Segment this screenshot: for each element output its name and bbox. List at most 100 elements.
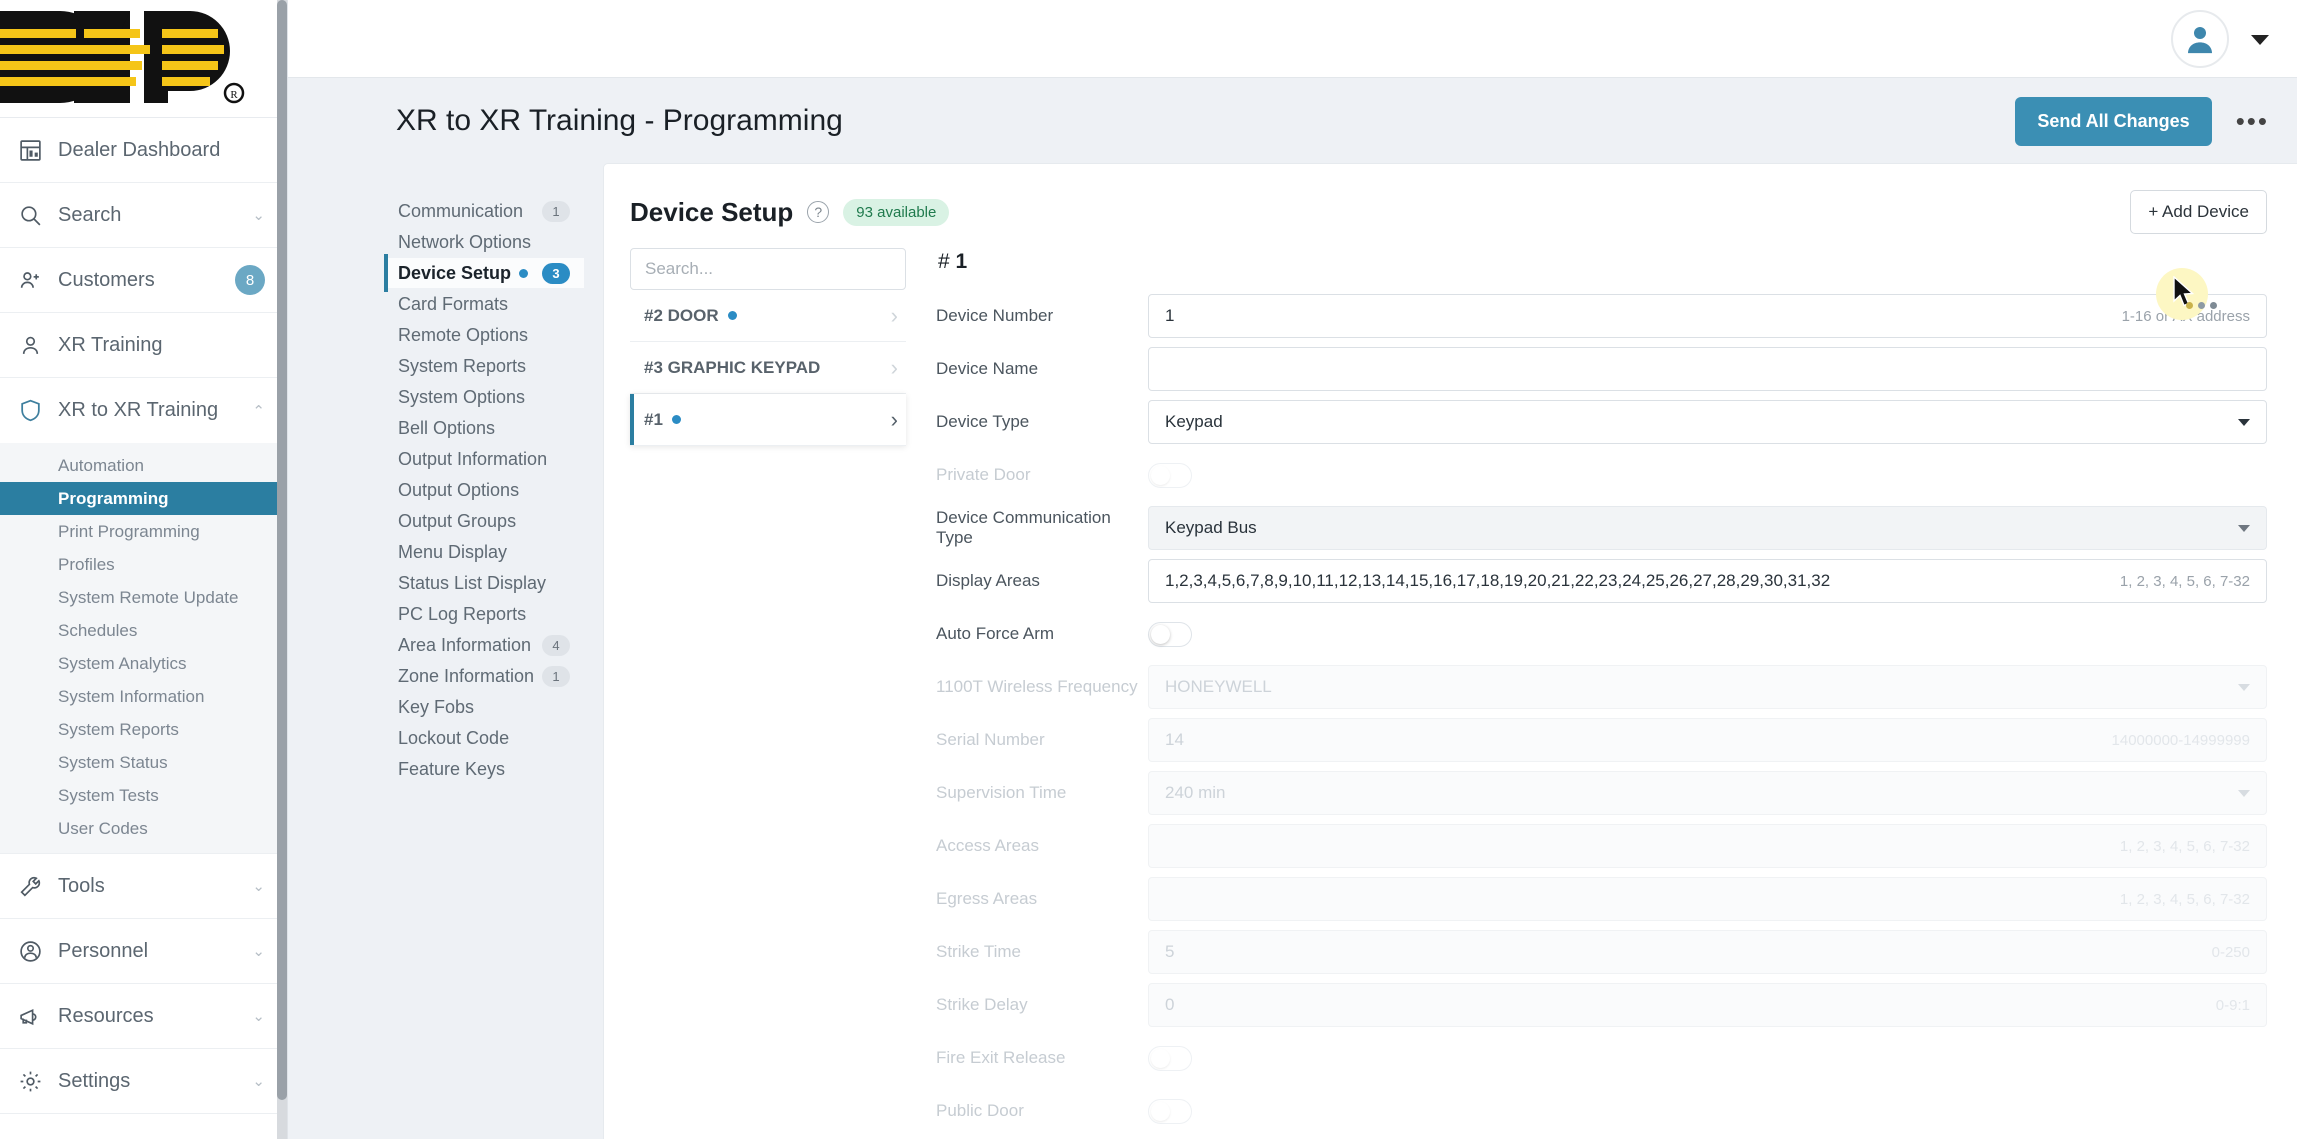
device-type-select[interactable]: Keypad	[1148, 400, 2267, 444]
field-hint: 1, 2, 3, 4, 5, 6, 7-32	[2119, 572, 2250, 590]
display-areas-input[interactable]: 1,2,3,4,5,6,7,8,9,10,11,12,13,14,15,16,1…	[1148, 559, 2267, 603]
sidebar-scrollbar-thumb[interactable]	[277, 0, 287, 1100]
chevron-down-icon: ⌄	[252, 943, 265, 960]
modified-dot-icon	[519, 268, 529, 278]
device-name-input[interactable]	[1148, 347, 2267, 391]
add-device-button[interactable]: + Add Device	[2130, 190, 2267, 234]
sidebar-item-search[interactable]: Search ⌄	[0, 183, 287, 248]
top-bar	[288, 0, 2297, 78]
wireless-frequency-select[interactable]: HONEYWELL	[1148, 665, 2267, 709]
device-setup-card: Device Setup ? 93 available + Add Device…	[604, 164, 2297, 1139]
help-icon[interactable]: ?	[807, 201, 830, 223]
device-list-item[interactable]: #2 DOOR ›	[630, 290, 906, 342]
sidebar-item-label: Customers	[58, 268, 155, 291]
subnav-item-system-analytics[interactable]: System Analytics	[0, 647, 287, 680]
section-item-remote-options[interactable]: Remote Options	[384, 320, 584, 350]
sidebar-scrollbar-track[interactable]	[277, 0, 287, 1139]
sidebar-item-personnel[interactable]: Personnel ⌄	[0, 919, 287, 984]
section-item-communication[interactable]: Communication 1	[384, 196, 584, 226]
dmp-logo[interactable]: R	[0, 0, 287, 118]
field-row-private-door: Private Door	[936, 453, 2267, 497]
device-list-item[interactable]: #3 GRAPHIC KEYPAD ›	[630, 342, 906, 394]
field-label: Serial Number	[936, 730, 1045, 749]
field-label: Fire Exit Release	[936, 1048, 1066, 1067]
section-item-device-setup[interactable]: Device Setup 3	[384, 254, 584, 292]
supervision-time-select[interactable]: 240 min	[1148, 771, 2267, 815]
sidebar-item-xr-to-xr-training[interactable]: XR to XR Training ⌃	[0, 378, 287, 443]
subnav-item-automation[interactable]: Automation	[0, 449, 287, 482]
sidebar-item-settings[interactable]: Settings ⌄	[0, 1049, 287, 1114]
subnav-item-system-reports[interactable]: System Reports	[0, 713, 287, 746]
device-communication-type-select[interactable]: Keypad Bus	[1148, 506, 2267, 550]
chevron-down-icon[interactable]	[2251, 34, 2269, 45]
section-item-card-formats[interactable]: Card Formats	[384, 289, 584, 319]
subnav-item-system-status[interactable]: System Status	[0, 746, 287, 779]
subnav-item-user-codes[interactable]: User Codes	[0, 812, 287, 845]
section-item-zone-information[interactable]: Zone Information 1	[384, 661, 584, 691]
serial-number-input[interactable]: 14 14000000-14999999	[1148, 718, 2267, 762]
sidebar-item-tools[interactable]: Tools ⌄	[0, 854, 287, 919]
section-item-feature-keys[interactable]: Feature Keys	[384, 754, 584, 784]
field-value: 0	[1165, 995, 1175, 1014]
sidebar-item-xr-training[interactable]: XR Training	[0, 313, 287, 378]
send-all-changes-button[interactable]: Send All Changes	[2015, 96, 2212, 146]
section-item-lockout-code[interactable]: Lockout Code	[384, 723, 584, 753]
subnav-label: System Reports	[58, 719, 179, 739]
device-overflow-menu-icon[interactable]	[2186, 302, 2217, 309]
section-item-output-groups[interactable]: Output Groups	[384, 506, 584, 536]
field-label: Device Name	[936, 359, 1039, 378]
fire-exit-release-toggle[interactable]	[1148, 1045, 1192, 1071]
section-item-status-list-display[interactable]: Status List Display	[384, 568, 584, 598]
device-list-column: #2 DOOR › #3 GRAPHIC KEYPAD ›	[630, 248, 930, 1139]
chevron-down-icon: ⌄	[252, 1008, 265, 1025]
page-header: XR to XR Training - Programming Send All…	[288, 78, 2297, 164]
section-item-system-reports[interactable]: System Reports	[384, 351, 584, 381]
section-item-menu-display[interactable]: Menu Display	[384, 537, 584, 567]
page-overflow-menu-icon[interactable]: •••	[2236, 108, 2269, 134]
section-item-key-fobs[interactable]: Key Fobs	[384, 692, 584, 722]
user-menu[interactable]	[2171, 9, 2269, 68]
chevron-up-icon: ⌃	[252, 402, 265, 420]
device-number-input[interactable]: 1 1-16 or AX address	[1148, 294, 2267, 338]
section-item-network-options[interactable]: Network Options	[384, 227, 584, 257]
section-item-system-options[interactable]: System Options	[384, 382, 584, 412]
private-door-toggle[interactable]	[1148, 462, 1192, 488]
subnav-item-system-information[interactable]: System Information	[0, 680, 287, 713]
egress-areas-input[interactable]: 1, 2, 3, 4, 5, 6, 7-32	[1148, 877, 2267, 921]
device-list-item-selected[interactable]: #1 ›	[630, 394, 906, 446]
strike-time-input[interactable]: 5 0-250	[1148, 930, 2267, 974]
chevron-down-icon: ⌄	[252, 878, 265, 895]
sidebar-item-resources[interactable]: Resources ⌄	[0, 984, 287, 1049]
section-item-output-options[interactable]: Output Options	[384, 475, 584, 505]
field-row-public-door: Public Door	[936, 1089, 2267, 1133]
access-areas-input[interactable]: 1, 2, 3, 4, 5, 6, 7-32	[1148, 824, 2267, 868]
subnav-item-profiles[interactable]: Profiles	[0, 548, 287, 581]
wrench-icon	[18, 874, 52, 899]
auto-force-arm-toggle[interactable]	[1148, 621, 1192, 647]
sidebar-item-dealer-dashboard[interactable]: Dealer Dashboard	[0, 118, 287, 183]
section-item-output-information[interactable]: Output Information	[384, 444, 584, 474]
subnav-item-print-programming[interactable]: Print Programming	[0, 515, 287, 548]
section-item-pc-log-reports[interactable]: PC Log Reports	[384, 599, 584, 629]
field-row-auto-force-arm: Auto Force Arm	[936, 612, 2267, 656]
subnav-item-system-remote-update[interactable]: System Remote Update	[0, 581, 287, 614]
sidebar-item-customers[interactable]: Customers 8	[0, 248, 287, 313]
strike-delay-input[interactable]: 0 0-9:1	[1148, 983, 2267, 1027]
section-item-bell-options[interactable]: Bell Options	[384, 413, 584, 443]
public-door-toggle[interactable]	[1148, 1098, 1192, 1124]
subnav-item-programming[interactable]: Programming	[0, 482, 287, 515]
main-sidebar: R Dealer Dashboard Search ⌄ Customers 8 …	[0, 0, 288, 1139]
section-label: Feature Keys	[398, 758, 506, 779]
field-row-supervision-time: Supervision Time 240 min	[936, 771, 2267, 815]
subnav-item-schedules[interactable]: Schedules	[0, 614, 287, 647]
sidebar-item-label: Settings	[58, 1069, 131, 1092]
subnav-item-system-tests[interactable]: System Tests	[0, 779, 287, 812]
sidebar-item-label: Resources	[58, 1004, 154, 1027]
field-value: 1	[1165, 306, 1175, 325]
section-label: Device Setup	[398, 262, 512, 283]
search-input[interactable]	[630, 248, 906, 290]
chevron-down-icon: ⌄	[252, 1073, 265, 1090]
chevron-down-icon	[2238, 418, 2250, 426]
avatar[interactable]	[2171, 9, 2229, 68]
section-item-area-information[interactable]: Area Information 4	[384, 630, 584, 660]
